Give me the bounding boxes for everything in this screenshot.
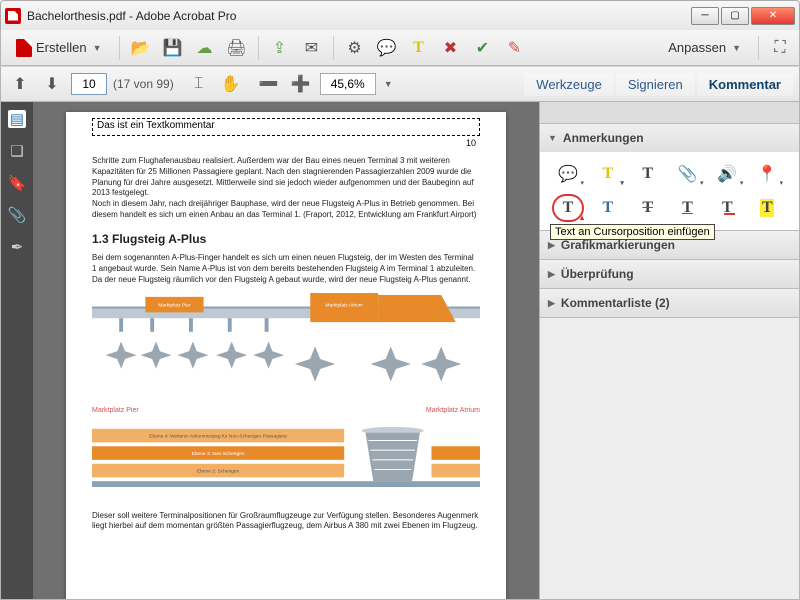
add-note-to-text-tool[interactable]: T — [713, 196, 741, 220]
page-up-button[interactable]: ⬆ — [7, 71, 33, 97]
highlight-text-tool[interactable]: T — [753, 196, 781, 220]
zoom-in-button[interactable]: ➕ — [288, 71, 314, 97]
page-count-label: (17 von 99) — [113, 77, 174, 91]
svg-text:Ebene 4: Weiterer Ankommerpeg: Ebene 4: Weiterer Ankommerpeg für Non-Sc… — [149, 434, 287, 440]
chevron-right-icon: ▶ — [548, 298, 555, 309]
settings-button[interactable]: ⚙ — [342, 35, 368, 61]
sticky-note-tool[interactable]: 💬▾ — [554, 162, 582, 186]
section-label: Kommentarliste (2) — [561, 296, 670, 310]
pages-icon[interactable]: ❏ — [8, 142, 26, 160]
svg-text:Ebene 3: Non-Schengen: Ebene 3: Non-Schengen — [192, 451, 245, 457]
annotation-tools-grid: 💬▾ T▾ T 📎▾ 🔊▾ 📍▾ T T T T T T Text an Cur… — [540, 152, 799, 230]
open-button[interactable]: 📂 — [128, 35, 154, 61]
section-label: Grafikmarkierungen — [561, 238, 675, 252]
section-label: Anmerkungen — [563, 131, 644, 145]
create-button[interactable]: Erstellen ▼ — [7, 35, 111, 61]
body-paragraph: Schritte zum Flughafenausbau realisiert.… — [92, 156, 480, 199]
create-label: Erstellen — [36, 40, 87, 55]
strikethrough-tool[interactable]: T — [634, 196, 662, 220]
page-number: 10 — [466, 138, 476, 148]
hand-tool-button[interactable]: ✋ — [218, 71, 244, 97]
text-comment-content: Das ist ein Textkommentar — [97, 120, 215, 131]
figure-caption-left: Marktplatz Pier — [92, 406, 139, 415]
tab-sign[interactable]: Signieren — [616, 73, 695, 96]
figure-section-view: Ebene 4: Weiterer Ankommerpeg für Non-Sc… — [92, 423, 480, 504]
select-tool-button[interactable]: ⌶ — [186, 71, 212, 97]
insert-text-tool[interactable]: T — [554, 196, 582, 220]
svg-text:Marktplatz Atrium: Marktplatz Atrium — [326, 303, 363, 309]
pdf-page: Das ist ein Textkommentar 10 Schritte zu… — [66, 112, 506, 599]
save-button[interactable]: 💾 — [160, 35, 186, 61]
edit-button[interactable]: ✎ — [502, 35, 528, 61]
document-viewport[interactable]: Das ist ein Textkommentar 10 Schritte zu… — [33, 102, 539, 599]
share-button[interactable]: ⇪ — [267, 35, 293, 61]
comments-panel: ▼ Anmerkungen 💬▾ T▾ T 📎▾ 🔊▾ 📍▾ T T T T T… — [539, 102, 799, 599]
replace-text-tool[interactable]: T — [594, 196, 622, 220]
chevron-down-icon: ▼ — [732, 43, 741, 53]
text-comment-annotation[interactable]: Das ist ein Textkommentar — [92, 118, 480, 136]
left-sidebar: ▤ ❏ 🔖 📎 ✒ — [1, 102, 33, 599]
zoom-input[interactable] — [320, 73, 376, 95]
svg-text:Ebene 2: Schengen: Ebene 2: Schengen — [197, 469, 240, 475]
text-tool[interactable]: T — [634, 162, 662, 186]
window-title: Bachelorthesis.pdf - Adobe Acrobat Pro — [27, 9, 691, 23]
section-annotations[interactable]: ▼ Anmerkungen — [540, 124, 799, 152]
panel-handle[interactable] — [540, 102, 799, 124]
delete-annotation-button[interactable]: ✖ — [438, 35, 464, 61]
approve-button[interactable]: ✔ — [470, 35, 496, 61]
body-paragraph: Dieser soll weitere Terminalpositionen f… — [92, 511, 480, 533]
attach-file-tool[interactable]: 📎▾ — [674, 162, 702, 186]
signatures-icon[interactable]: ✒ — [8, 238, 26, 256]
app-icon — [5, 8, 21, 24]
maximize-button[interactable]: ▢ — [721, 7, 749, 25]
section-label: Überprüfung — [561, 267, 634, 281]
customize-label: Anpassen — [668, 40, 726, 55]
section-heading: 1.3 Flugsteig A-Plus — [92, 231, 480, 247]
zoom-out-button[interactable]: ➖ — [256, 71, 282, 97]
cloud-upload-button[interactable]: ☁ — [192, 35, 218, 61]
page-down-button[interactable]: ⬇ — [39, 71, 65, 97]
chevron-down-icon: ▼ — [93, 43, 102, 53]
chevron-right-icon: ▶ — [548, 240, 555, 251]
underline-tool[interactable]: T — [674, 196, 702, 220]
chevron-down-icon: ▼ — [548, 133, 557, 143]
tab-comment[interactable]: Kommentar — [697, 73, 793, 96]
text-annotation-button[interactable]: T — [406, 35, 432, 61]
nav-toolbar: ⬆ ⬇ (17 von 99) ⌶ ✋ ➖ ➕ ▼ Werkzeuge Sign… — [0, 66, 800, 102]
attachments-icon[interactable]: 📎 — [8, 206, 26, 224]
section-comment-list[interactable]: ▶ Kommentarliste (2) — [540, 289, 799, 317]
svg-text:Marktplatz Pier: Marktplatz Pier — [158, 303, 191, 309]
figure-plan-view: Marktplatz Pier Marktplatz Atrium — [92, 293, 480, 415]
pdf-icon — [16, 39, 32, 57]
main-toolbar: Erstellen ▼ 📂 💾 ☁ 🖨 ⇪ ✉ ⚙ 💬 T ✖ ✔ ✎ Anpa… — [0, 30, 800, 66]
figure-caption-right: Marktplatz Atrium — [426, 406, 480, 415]
comment-bubble-button[interactable]: 💬 — [374, 35, 400, 61]
tooltip: Text an Cursorposition einfügen — [550, 224, 715, 240]
main-area: ▤ ❏ 🔖 📎 ✒ Das ist ein Textkommentar 10 S… — [0, 102, 800, 600]
page-number-input[interactable] — [71, 73, 107, 95]
minimize-button[interactable]: ─ — [691, 7, 719, 25]
print-button[interactable]: 🖨 — [224, 35, 250, 61]
email-button[interactable]: ✉ — [299, 35, 325, 61]
tab-tools[interactable]: Werkzeuge — [524, 73, 614, 96]
text-box-tool[interactable]: T▾ — [594, 162, 622, 186]
fullscreen-button[interactable]: ⛶ — [767, 35, 793, 61]
window-titlebar: Bachelorthesis.pdf - Adobe Acrobat Pro ─… — [0, 0, 800, 30]
customize-button[interactable]: Anpassen ▼ — [659, 35, 750, 61]
close-button[interactable]: ✕ — [751, 7, 795, 25]
chevron-down-icon[interactable]: ▼ — [384, 79, 393, 89]
body-paragraph: Noch in diesem Jahr, nach dreijähriger B… — [92, 199, 480, 221]
body-paragraph: Bei dem sogenannten A-Plus-Finger handel… — [92, 253, 480, 285]
stamp-tool[interactable]: 📍▾ — [753, 162, 781, 186]
section-review[interactable]: ▶ Überprüfung — [540, 260, 799, 288]
audio-comment-tool[interactable]: 🔊▾ — [713, 162, 741, 186]
chevron-right-icon: ▶ — [548, 269, 555, 280]
bookmarks-icon[interactable]: 🔖 — [8, 174, 26, 192]
thumbnails-icon[interactable]: ▤ — [8, 110, 26, 128]
